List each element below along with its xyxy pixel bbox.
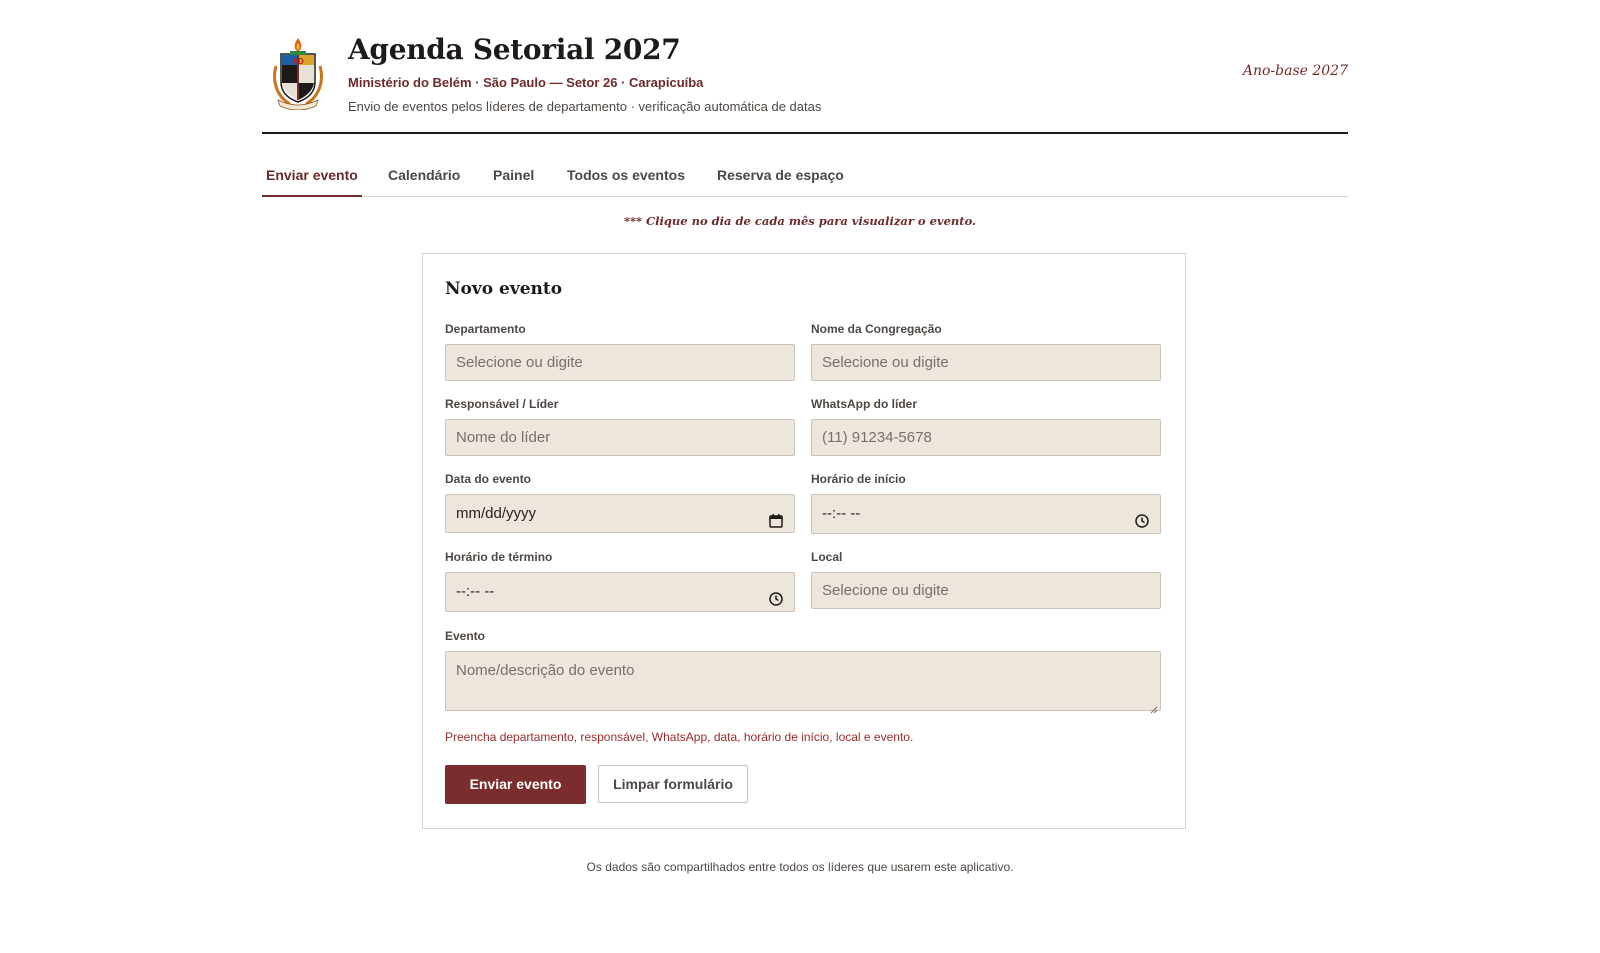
congregation-label: Nome da Congregação [811,322,942,336]
event-placeholder: Nome/descrição do evento [456,662,635,679]
department-label: Departamento [445,322,526,336]
clock-icon[interactable] [768,584,784,606]
department-placeholder: Selecione ou digite [456,354,583,371]
whatsapp-label: WhatsApp do líder [811,397,917,411]
department-input[interactable]: Selecione ou digite [445,344,795,381]
year-badge: Ano-base 2027 [1242,63,1348,79]
page-description: Envio de eventos pelos líderes de depart… [348,99,822,114]
clock-icon[interactable] [1134,506,1150,528]
tab-todos-eventos[interactable]: Todos os eventos [567,167,685,197]
new-event-form: Novo evento Departamento Selecione ou di… [422,253,1186,829]
tab-painel[interactable]: Painel [493,167,534,197]
start-time-value: --:-- -- [822,505,861,522]
date-label: Data do evento [445,472,532,486]
leader-input[interactable]: Nome do líder [445,419,795,456]
event-textarea[interactable]: Nome/descrição do evento [445,651,1161,714]
location-placeholder: Selecione ou digite [822,582,949,599]
app-header: AD Agenda Setorial 2027 Ministério do Be… [262,30,1348,134]
resize-handle-icon[interactable] [1150,700,1158,714]
tab-enviar-evento[interactable]: Enviar evento [262,167,362,197]
clear-form-button[interactable]: Limpar formulário [598,765,748,803]
congregation-input[interactable]: Selecione ou digite [811,344,1161,381]
end-time-label: Horário de término [445,550,553,564]
date-input[interactable]: mm/dd/yyyy [445,494,795,533]
church-crest-logo: AD [268,36,328,111]
tab-reserva-espaco[interactable]: Reserva de espaço [717,167,844,197]
location-label: Local [811,550,843,564]
submit-event-button[interactable]: Enviar evento [445,765,586,804]
leader-label: Responsável / Líder [445,397,559,411]
leader-placeholder: Nome do líder [456,429,551,446]
main-tabs: Enviar evento Calendário Painel Todos os… [262,158,1348,197]
whatsapp-placeholder: (11) 91234-5678 [822,429,932,446]
ministry-subtitle: Ministério do Belém · São Paulo — Setor … [348,75,704,90]
date-value: mm/dd/yyyy [456,505,537,522]
whatsapp-input[interactable]: (11) 91234-5678 [811,419,1161,456]
page-title: Agenda Setorial 2027 [348,33,681,66]
tab-calendario[interactable]: Calendário [388,167,460,197]
calendar-hint: *** Clique no dia de cada mês para visua… [623,214,977,228]
calendar-icon[interactable] [768,506,784,528]
start-time-label: Horário de início [811,472,906,486]
location-input[interactable]: Selecione ou digite [811,572,1161,609]
end-time-value: --:-- -- [456,583,495,600]
event-label: Evento [445,629,486,643]
start-time-input[interactable]: --:-- -- [811,494,1161,534]
end-time-input[interactable]: --:-- -- [445,572,795,612]
congregation-placeholder: Selecione ou digite [822,354,949,371]
svg-text:AD: AD [292,57,304,66]
footer-note: Os dados são compartilhados entre todos … [586,860,1014,874]
validation-error: Preencha departamento, responsável, What… [445,730,914,744]
form-title: Novo evento [445,279,563,299]
